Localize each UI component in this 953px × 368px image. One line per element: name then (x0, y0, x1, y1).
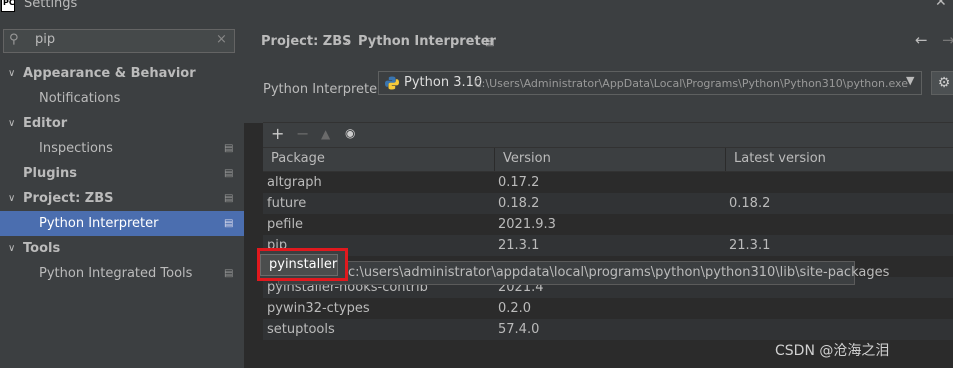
breadcrumb-project: Project: ZBS (261, 34, 352, 49)
back-arrow-icon[interactable]: ← (915, 31, 928, 49)
table-row[interactable]: pefile 2021.9.3 (263, 214, 953, 235)
tooltip-package-name: pyinstaller (260, 254, 338, 276)
interpreter-path: C:\Users\Administrator\AppData\Local\Pro… (474, 77, 908, 90)
project-settings-icon: ▤ (224, 168, 234, 179)
tooltip-location: c:\users\administrator\appdata\local\pro… (348, 265, 890, 280)
title-bar: PC Settings ✕ (0, 0, 953, 13)
breadcrumb-separator: › (344, 34, 350, 49)
column-header-package[interactable]: Package (271, 151, 325, 166)
window-title: Settings (24, 0, 78, 11)
watermark: CSDN @沧海之泪 (775, 343, 890, 359)
project-settings-icon: ▤ (224, 268, 234, 279)
upgrade-package-icon[interactable]: ▲ (321, 127, 330, 141)
project-settings-icon: ▤ (224, 218, 234, 229)
search-icon: ⚲ (9, 32, 19, 47)
project-settings-icon: ▤ (485, 37, 495, 48)
sidebar-item-editor[interactable]: ∨ Editor (0, 111, 244, 136)
search-input[interactable]: ⚲ pip × (3, 29, 235, 53)
page-title: Python Interpreter (358, 34, 496, 49)
sidebar-item-python-integrated-tools[interactable]: Python Integrated Tools ▤ (0, 261, 244, 286)
python-logo-icon (385, 76, 399, 90)
project-settings-icon: ▤ (224, 193, 234, 204)
table-row[interactable]: altgraph 0.17.2 (263, 172, 953, 193)
interpreter-label: Python Interpreter: (263, 82, 387, 97)
clear-search-icon[interactable]: × (216, 32, 227, 47)
pycharm-icon: PC (1, 0, 15, 12)
gear-icon[interactable]: ⚙ (931, 71, 953, 95)
sidebar-item-appearance[interactable]: ∨ Appearance & Behavior (0, 61, 244, 86)
packages-toolbar: + − ▲ ◉ (263, 122, 953, 147)
forward-arrow-icon[interactable]: → (942, 31, 953, 49)
breadcrumb: Project: ZBS › Python Interpreter ▤ ← → (244, 13, 953, 67)
remove-package-icon[interactable]: − (296, 124, 309, 143)
packages-table-header: Package Version Latest version (263, 147, 953, 172)
close-icon[interactable]: ✕ (935, 0, 947, 10)
chevron-down-icon[interactable]: ∨ (8, 61, 15, 86)
table-row[interactable]: future 0.18.2 0.18.2 (263, 193, 953, 214)
add-package-icon[interactable]: + (271, 124, 284, 143)
sidebar-item-python-interpreter[interactable]: Python Interpreter ▤ (0, 211, 244, 236)
sidebar-item-notifications[interactable]: Notifications (0, 86, 244, 111)
search-text: pip (35, 32, 56, 47)
show-early-releases-icon[interactable]: ◉ (345, 126, 355, 140)
table-row[interactable]: pywin32-ctypes 0.2.0 (263, 298, 953, 319)
sidebar-item-plugins[interactable]: Plugins ▤ (0, 161, 244, 186)
settings-sidebar: ⚲ pip × ∨ Appearance & Behavior Notifica… (0, 13, 244, 368)
column-header-latest-version[interactable]: Latest version (734, 151, 826, 166)
project-settings-icon: ▤ (224, 143, 234, 154)
chevron-down-icon[interactable]: ∨ (8, 186, 15, 211)
chevron-down-icon[interactable]: ∨ (8, 111, 15, 136)
dropdown-arrow-icon: ▼ (906, 74, 915, 87)
package-location-tooltip: c:\users\administrator\appdata\local\pro… (278, 261, 889, 285)
interpreter-select[interactable]: Python 3.10 C:\Users\Administrator\AppDa… (378, 71, 922, 95)
interpreter-version: Python 3.10 (404, 75, 483, 90)
sidebar-item-tools[interactable]: ∨ Tools (0, 236, 244, 261)
sidebar-item-project[interactable]: ∨ Project: ZBS ▤ (0, 186, 244, 211)
table-row[interactable]: setuptools 57.4.0 (263, 319, 953, 340)
highlight-box: pyinstaller (257, 248, 348, 281)
chevron-down-icon[interactable]: ∨ (8, 236, 15, 261)
sidebar-item-inspections[interactable]: Inspections ▤ (0, 136, 244, 161)
column-header-version[interactable]: Version (503, 151, 551, 166)
table-row[interactable]: pip 21.3.1 21.3.1 (263, 235, 953, 256)
